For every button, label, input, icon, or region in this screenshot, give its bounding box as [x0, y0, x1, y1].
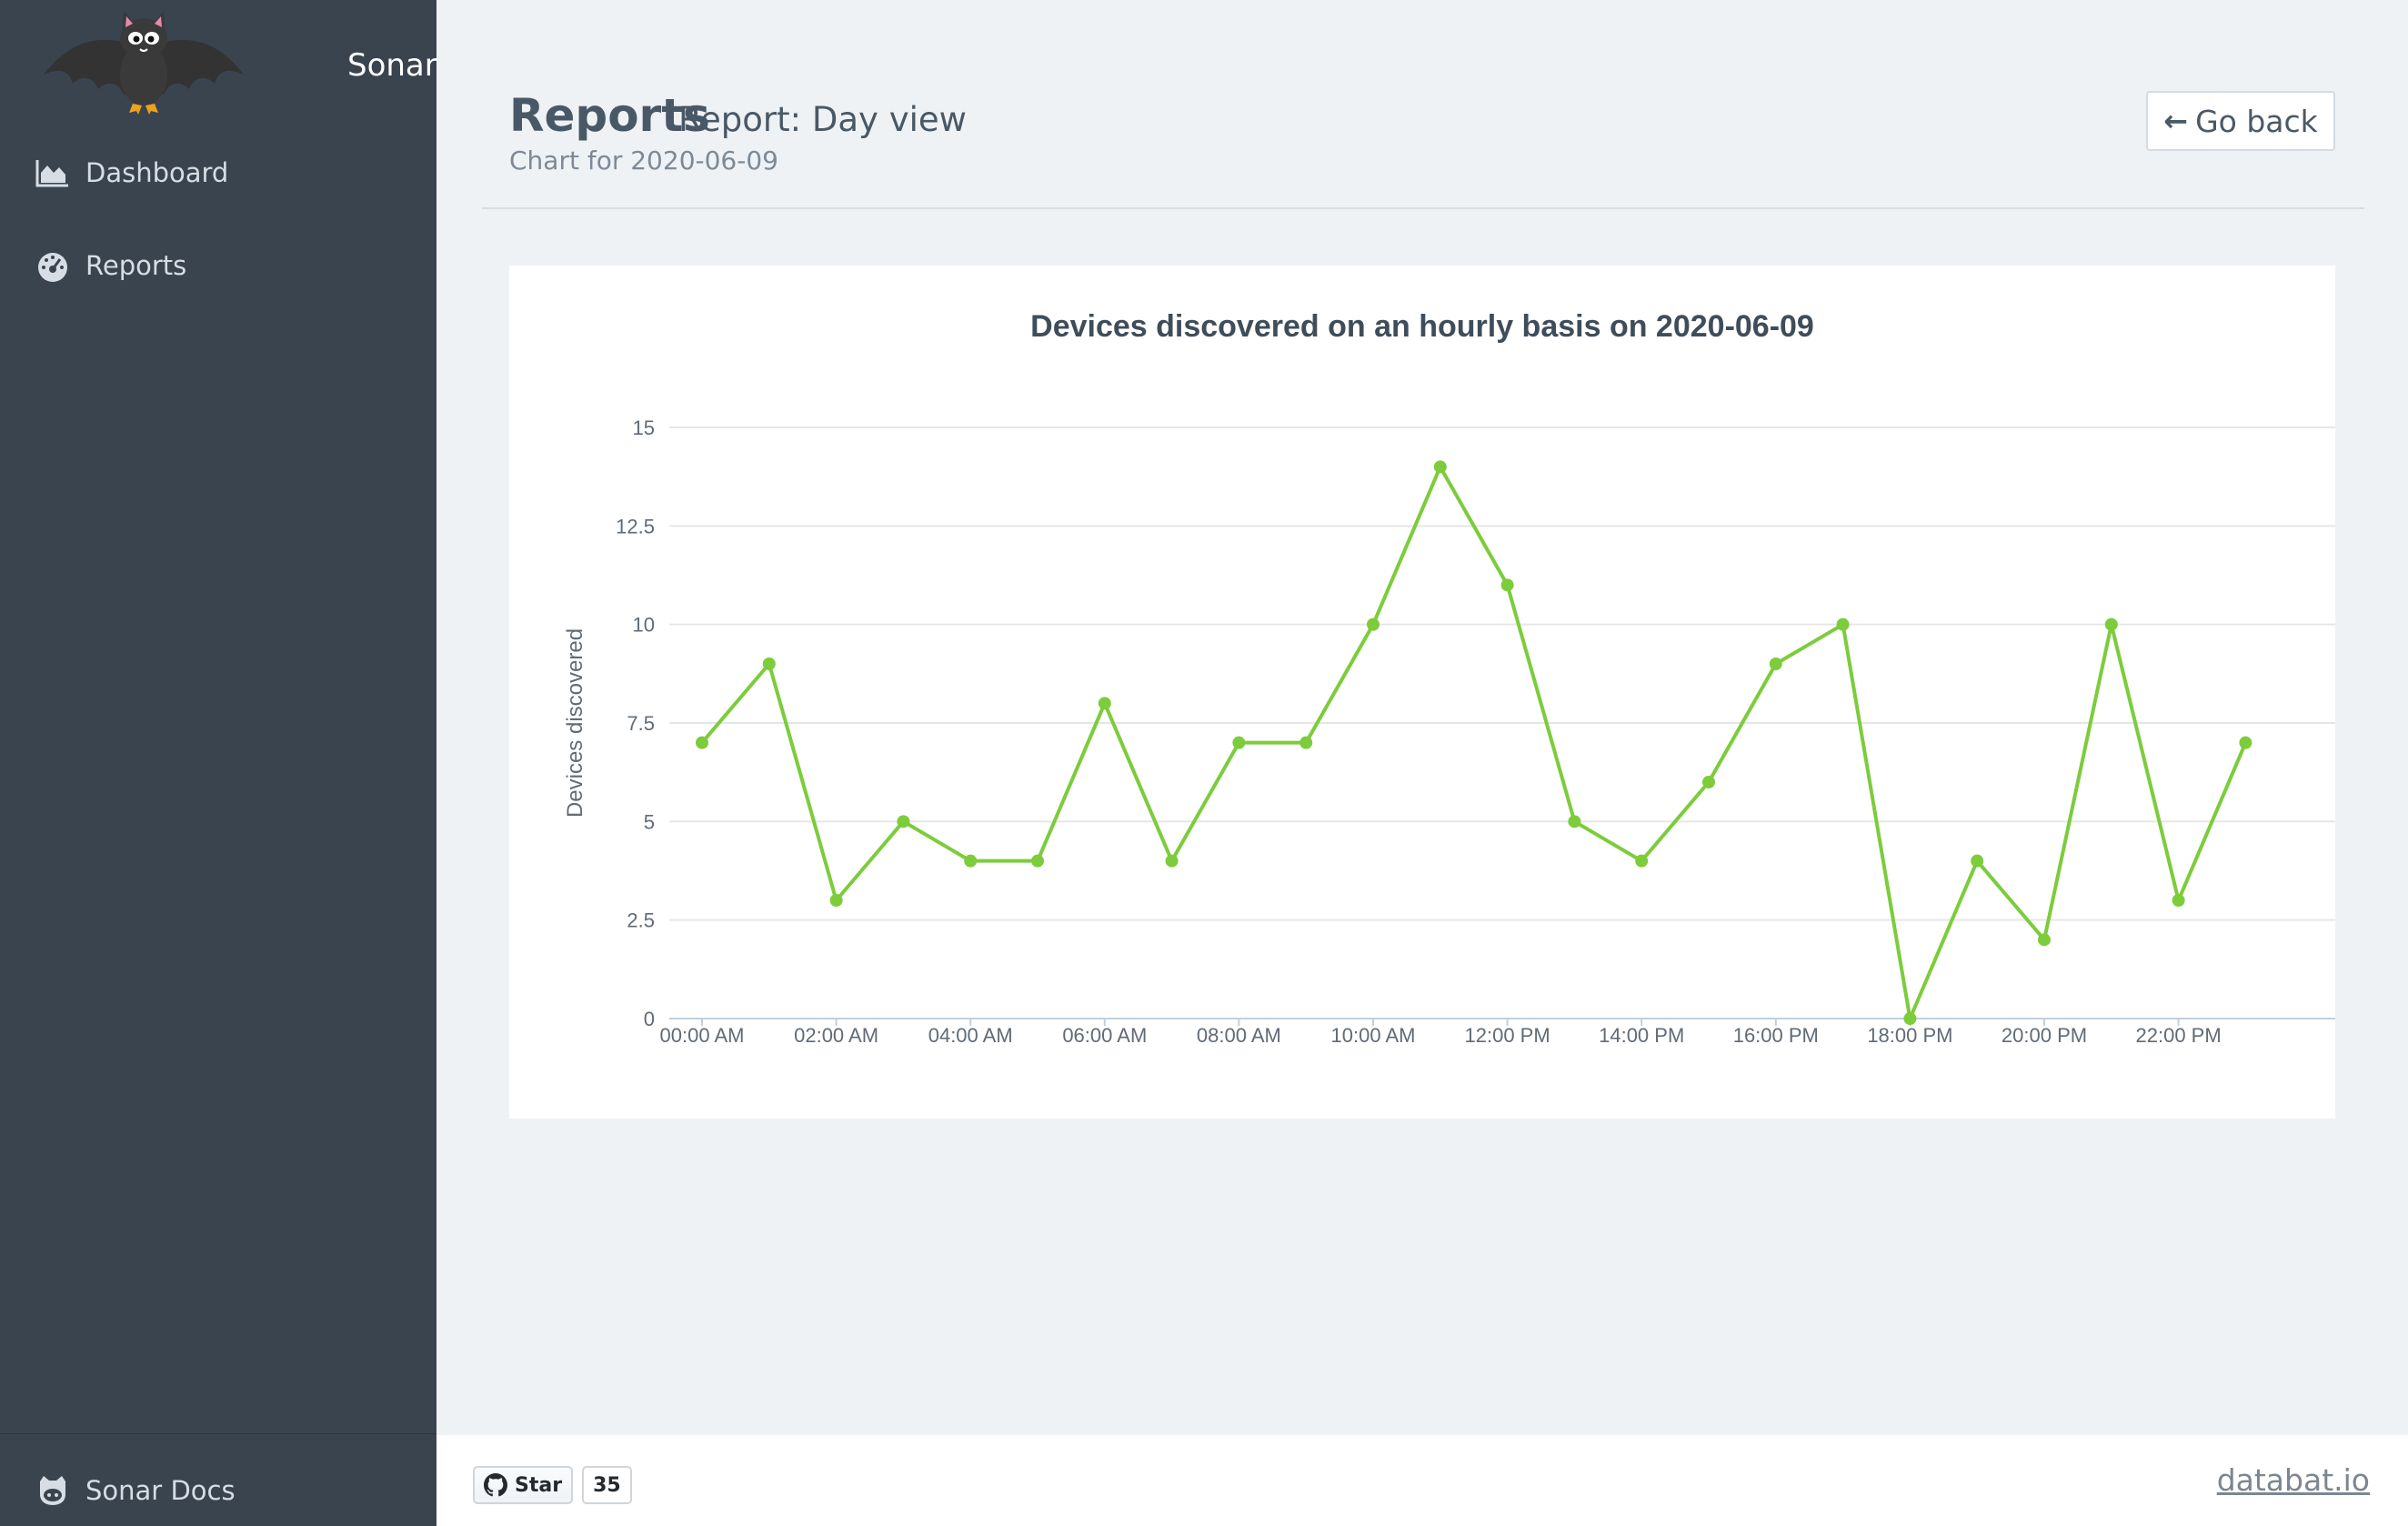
github-octocat-icon [484, 1473, 507, 1497]
x-tick-label: 18:00 PM [1867, 1024, 1952, 1047]
y-tick-label: 15 [633, 417, 655, 439]
data-point [1903, 1012, 1917, 1025]
page-subtitle-inline: Report: Day view [678, 100, 967, 139]
github-star-label: Star [515, 1473, 563, 1497]
data-point [2038, 933, 2051, 947]
sidebar-item-reports[interactable]: Reports [0, 229, 436, 302]
arrow-left-icon: ← [2163, 104, 2189, 138]
data-point [1299, 736, 1313, 749]
data-point [1702, 776, 1715, 788]
devices-line-chart: Devices discovered on an hourly basis on… [563, 309, 2335, 1047]
page-header: Reports Report: Day view Chart for 2020-… [482, 0, 2364, 209]
github-icon [40, 1476, 65, 1505]
sidebar: Sonar Dashboard Reports Sonar Docs [0, 0, 437, 1526]
data-point [2104, 617, 2118, 631]
sidebar-item-label: Reports [85, 250, 187, 281]
tachometer-icon [38, 253, 67, 282]
page-subtitle: Chart for 2020-06-09 [509, 146, 778, 176]
data-point [1031, 854, 1044, 868]
data-point [1971, 854, 1984, 868]
footer: Star 35 databat.io [436, 1435, 2408, 1526]
data-point [1165, 854, 1179, 868]
y-tick-label: 0 [644, 1008, 655, 1030]
data-point [1098, 697, 1111, 710]
chart-title: Devices discovered on an hourly basis on… [1030, 309, 1814, 344]
data-point [1635, 854, 1649, 868]
data-point [829, 894, 843, 907]
github-star-widget: Star 35 [473, 1466, 632, 1504]
data-point [1232, 736, 1246, 749]
y-tick-label: 2.5 [627, 909, 655, 932]
data-point [1367, 617, 1380, 631]
data-point [1433, 460, 1447, 474]
x-tick-label: 20:00 PM [2002, 1024, 2087, 1047]
x-tick-label: 22:00 PM [2136, 1024, 2222, 1047]
y-tick-label: 5 [644, 810, 655, 833]
data-point [1500, 578, 1514, 592]
data-point [1769, 658, 1782, 670]
sidebar-item-sonar-docs[interactable]: Sonar Docs [0, 1454, 436, 1526]
y-tick-label: 12.5 [616, 515, 655, 537]
x-tick-label: 14:00 PM [1599, 1024, 1684, 1047]
data-point [1836, 617, 1850, 631]
bat-logo [44, 11, 244, 115]
y-tick-label: 7.5 [627, 712, 655, 735]
brand[interactable]: Sonar [0, 0, 437, 127]
x-tick-label: 16:00 PM [1733, 1024, 1819, 1047]
sidebar-footer: Sonar Docs [0, 1433, 436, 1526]
data-point [762, 658, 776, 670]
x-tick-label: 00:00 AM [660, 1024, 745, 1047]
sidebar-item-label: Dashboard [85, 157, 229, 188]
github-star-button[interactable]: Star [473, 1466, 574, 1504]
sidebar-item-label: Sonar Docs [85, 1475, 236, 1506]
data-point [897, 815, 910, 828]
x-tick-label: 02:00 AM [794, 1024, 878, 1047]
x-tick-label: 08:00 AM [1197, 1024, 1281, 1047]
x-tick-label: 10:00 AM [1331, 1024, 1416, 1047]
go-back-button[interactable]: ← Go back [2146, 91, 2335, 151]
y-axis-label: Devices discovered [563, 628, 587, 818]
go-back-label: Go back [2195, 103, 2318, 139]
brand-name: Sonar [347, 47, 437, 84]
x-tick-label: 04:00 AM [928, 1024, 1013, 1047]
data-point [1568, 815, 1581, 828]
data-point [964, 854, 978, 868]
data-point [2239, 736, 2252, 749]
y-tick-label: 10 [633, 614, 655, 637]
x-tick-label: 06:00 AM [1062, 1024, 1147, 1047]
github-star-count[interactable]: 35 [582, 1466, 632, 1504]
area-chart-icon [35, 160, 68, 187]
data-point [696, 736, 708, 749]
sidebar-item-dashboard[interactable]: Dashboard [0, 136, 436, 209]
chart-card: Devices discovered on an hourly basis on… [509, 266, 2335, 1119]
data-point [2172, 894, 2185, 907]
x-tick-label: 12:00 PM [1465, 1024, 1550, 1047]
series-line [700, 465, 2248, 1020]
databat-link[interactable]: databat.io [2217, 1462, 2370, 1498]
